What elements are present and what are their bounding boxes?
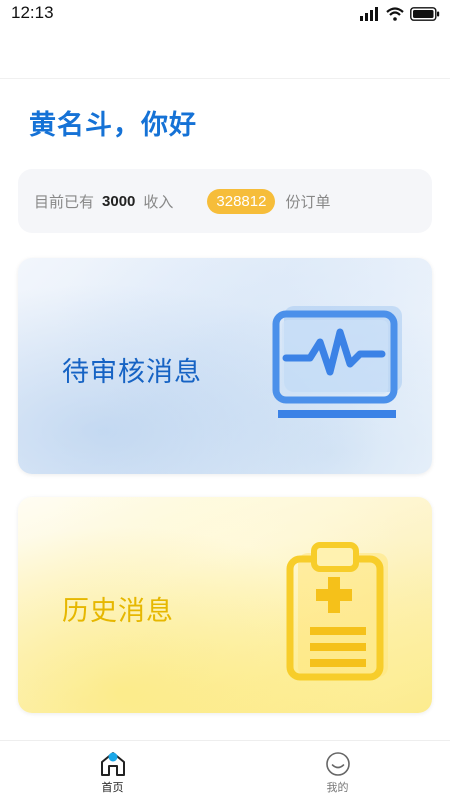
monitor-pulse-icon	[272, 306, 402, 418]
tab-mine-label: 我的	[326, 781, 349, 794]
tab-mine[interactable]: 我的	[225, 741, 450, 801]
tab-home-label: 首页	[101, 781, 124, 794]
header-bar	[0, 28, 450, 79]
status-time: 12:13	[11, 3, 54, 22]
greeting-title: 黄名斗，你好	[29, 110, 197, 141]
bottom-tab-bar: 首页 我的	[0, 740, 450, 801]
home-icon	[100, 752, 125, 776]
summary-card: 目前已有 3000 收入 328812 份订单	[18, 169, 432, 233]
pending-messages-title: 待审核消息	[62, 357, 202, 388]
status-bar: 12:13	[0, 0, 450, 28]
history-messages-card[interactable]: 历史消息	[18, 497, 432, 713]
battery-icon	[410, 7, 440, 21]
pending-messages-card[interactable]: 待审核消息	[18, 258, 432, 474]
tab-home[interactable]: 首页	[0, 741, 225, 801]
smiley-icon	[325, 752, 350, 776]
order-label: 份订单	[285, 192, 331, 211]
income-value: 3000	[102, 192, 136, 210]
signal-icon	[360, 7, 378, 21]
income-label: 收入	[143, 192, 174, 211]
order-count-badge: 328812	[207, 188, 276, 214]
status-icons	[360, 6, 440, 22]
summary-prefix: 目前已有	[34, 192, 95, 211]
history-messages-title: 历史消息	[62, 596, 174, 627]
wifi-icon	[386, 7, 404, 21]
clipboard-medical-icon	[286, 542, 388, 681]
